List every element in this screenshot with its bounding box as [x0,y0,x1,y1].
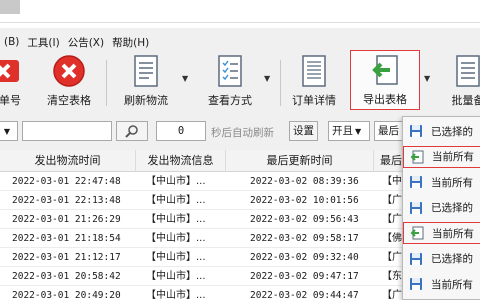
floppy-disk-icon [410,176,422,188]
checklist-icon [217,52,243,90]
view-mode-caret-icon[interactable]: ▼ [264,74,270,83]
document-batch-icon [455,52,480,90]
toolbar: 单号 清空表格 刷新物流 ▼ 查看方式 ▼ 订单详情 导出表格 ▼ 批量备 [0,50,480,116]
updated-time-cell: 2022-03-02 09:44:47 [250,290,359,300]
updated-time-cell: 2022-03-02 09:56:43 [250,214,359,225]
delete-x-icon [0,52,25,90]
search-button[interactable] [116,121,148,141]
settings-button[interactable]: 设置 [289,121,318,141]
order-no-label: 单号 [0,94,21,107]
export-table-button[interactable]: 导出表格 [350,50,420,110]
export-menu-item-label: 当前所有 [431,278,473,291]
floppy-disk-icon [410,252,422,265]
column-header-sent-time[interactable]: 发出物流时间 [0,150,136,172]
export-green-icon [410,226,424,240]
export-menu-item-label: 当前所有 [432,151,474,163]
last-info-cell: 【广 [382,195,402,206]
toolbar-separator [106,60,107,106]
enable-select-value: 开且 [332,125,353,137]
last-info-cell: 【佛 [382,233,402,244]
export-menu-item-label: 当前所有 [431,176,473,189]
clear-x-icon [52,52,86,90]
clear-table-label: 清空表格 [47,94,91,107]
refresh-dropdown-caret-icon[interactable]: ▼ [182,74,188,83]
order-no-button[interactable]: 单号 [0,52,28,112]
sent-info-cell: 【中山市】... [146,252,206,263]
last-info-cell: 【广 [382,214,402,225]
menu-item-help[interactable]: 帮助(H) [108,35,153,50]
last-select-value: 最后 [378,125,399,137]
sent-time-cell: 2022-03-01 22:13:48 [12,195,121,206]
export-menu-item[interactable]: 当前所有 [403,171,480,193]
sent-info-cell: 【中山市】... [146,176,206,187]
last-info-cell: 【广 [382,252,402,263]
sent-time-cell: 2022-03-01 20:58:42 [12,271,121,282]
column-header-updated-time[interactable]: 最后更新时间 [226,150,374,172]
sent-info-cell: 【中山市】... [146,214,206,225]
export-dropdown-caret-icon[interactable]: ▼ [424,74,430,83]
order-details-label: 订单详情 [292,94,336,107]
export-menu-item[interactable]: 已选择的 [403,120,480,142]
search-icon [125,125,138,138]
last-info-cell: 【中 [382,176,402,187]
menu-bar: (B) 工具(I) 公告(X) 帮助(H) [0,33,153,51]
batch-label: 批量备 [451,94,480,107]
updated-time-cell: 2022-03-02 08:39:36 [250,176,359,187]
menu-item-b[interactable]: (B) [0,36,23,48]
refresh-logistics-button[interactable]: 刷新物流 [118,52,174,112]
export-arrow-icon [370,51,400,89]
title-decoration [0,0,20,14]
sent-info-cell: 【中山市】... [146,233,206,244]
sent-time-cell: 2022-03-01 20:49:20 [12,290,121,300]
menu-item-tools[interactable]: 工具(I) [23,35,63,50]
view-mode-label: 查看方式 [208,94,252,107]
sent-time-cell: 2022-03-01 21:18:54 [12,233,121,244]
floppy-disk-icon [410,278,422,290]
export-menu-item-label: 已选择的 [431,202,473,214]
export-menu-item[interactable]: 已选择的 [403,248,480,270]
sent-time-cell: 2022-03-01 21:26:29 [12,214,121,225]
clear-table-button[interactable]: 清空表格 [40,52,98,112]
last-info-cell: 【东 [382,271,402,282]
batch-button[interactable]: 批量备 [440,52,480,112]
sent-time-cell: 2022-03-01 21:12:17 [12,252,121,263]
last-info-cell: 【广 [382,290,402,300]
auto-refresh-hint: 秒后自动刷新 [211,127,274,139]
sent-info-cell: 【中山市】... [146,290,206,300]
updated-time-cell: 2022-03-02 10:01:56 [250,195,359,206]
view-mode-button[interactable]: 查看方式 [202,52,258,112]
document-lines-icon [301,52,327,90]
chevron-down-icon: ▼ [355,127,362,136]
export-menu-item[interactable]: 已选择的 [403,197,480,219]
menu-item-announcements[interactable]: 公告(X) [64,35,108,50]
export-menu-item-label: 已选择的 [431,125,473,138]
export-table-label: 导出表格 [363,93,407,106]
sent-info-cell: 【中山市】... [146,271,206,282]
export-menu-item-label: 当前所有 [432,227,474,240]
enable-select[interactable]: 开且 ▼ [328,121,370,141]
order-details-button[interactable]: 订单详情 [286,52,342,112]
updated-time-cell: 2022-03-02 09:47:17 [250,271,359,282]
floppy-disk-icon [410,201,422,214]
export-menu: 已选择的 当前所有 当前所有 已选择的 当前所有 已选择的 当前所有 [402,116,480,300]
export-menu-item-label: 已选择的 [431,253,473,265]
export-green-icon [410,150,424,163]
toolbar-separator [280,60,281,106]
updated-time-cell: 2022-03-02 09:32:40 [250,252,359,263]
search-input[interactable] [22,121,112,141]
refresh-interval-input[interactable]: 0 [156,121,206,141]
updated-time-cell: 2022-03-02 09:58:17 [250,233,359,244]
document-list-icon [133,52,159,90]
sent-info-cell: 【中山市】... [146,195,206,206]
export-menu-item[interactable]: 当前所有 [403,222,480,244]
sent-time-cell: 2022-03-01 22:47:48 [12,176,121,187]
floppy-disk-icon [410,125,422,137]
filter-dropdown-chevron-icon[interactable]: ▼ [0,121,18,141]
title-divider [0,22,480,23]
window-title-strip [0,0,480,28]
export-menu-item[interactable]: 当前所有 [403,273,480,295]
column-header-sent-info[interactable]: 发出物流信息 [136,150,226,172]
export-menu-item[interactable]: 当前所有 [403,145,480,168]
refresh-logistics-label: 刷新物流 [124,94,168,107]
